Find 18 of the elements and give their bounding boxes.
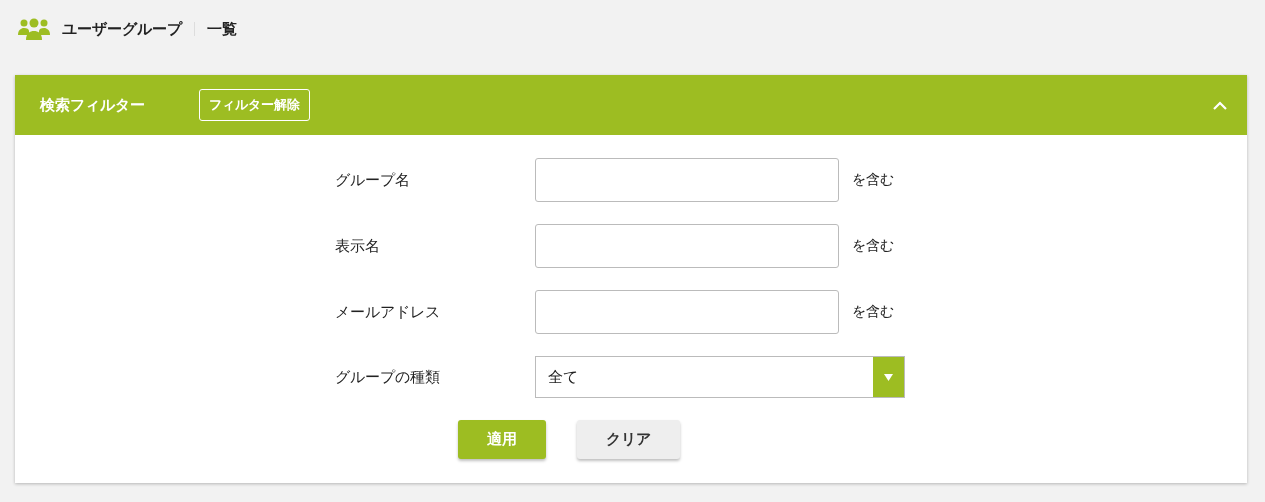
field-label: グループの種類	[335, 367, 441, 387]
dropdown-icon	[884, 373, 893, 381]
suffix-label: を含む	[852, 303, 894, 321]
users-icon	[18, 18, 50, 40]
select-field[interactable]: 全て	[535, 356, 905, 398]
field-label: メールアドレス	[335, 302, 441, 322]
filter-title: 検索フィルター	[40, 95, 146, 115]
text-field[interactable]	[535, 290, 839, 334]
field-label: 表示名	[335, 236, 381, 256]
page-title: ユーザーグループ	[62, 19, 182, 39]
page-subtitle: 一覧	[207, 19, 237, 39]
chevron-icon[interactable]	[1213, 100, 1227, 110]
text-field[interactable]	[535, 224, 839, 268]
suffix-label: を含む	[852, 237, 894, 255]
field-label: グループ名	[335, 170, 411, 190]
suffix-label: を含む	[852, 171, 894, 189]
clear-button[interactable]: クリア	[576, 420, 680, 459]
text-field[interactable]	[535, 158, 839, 202]
